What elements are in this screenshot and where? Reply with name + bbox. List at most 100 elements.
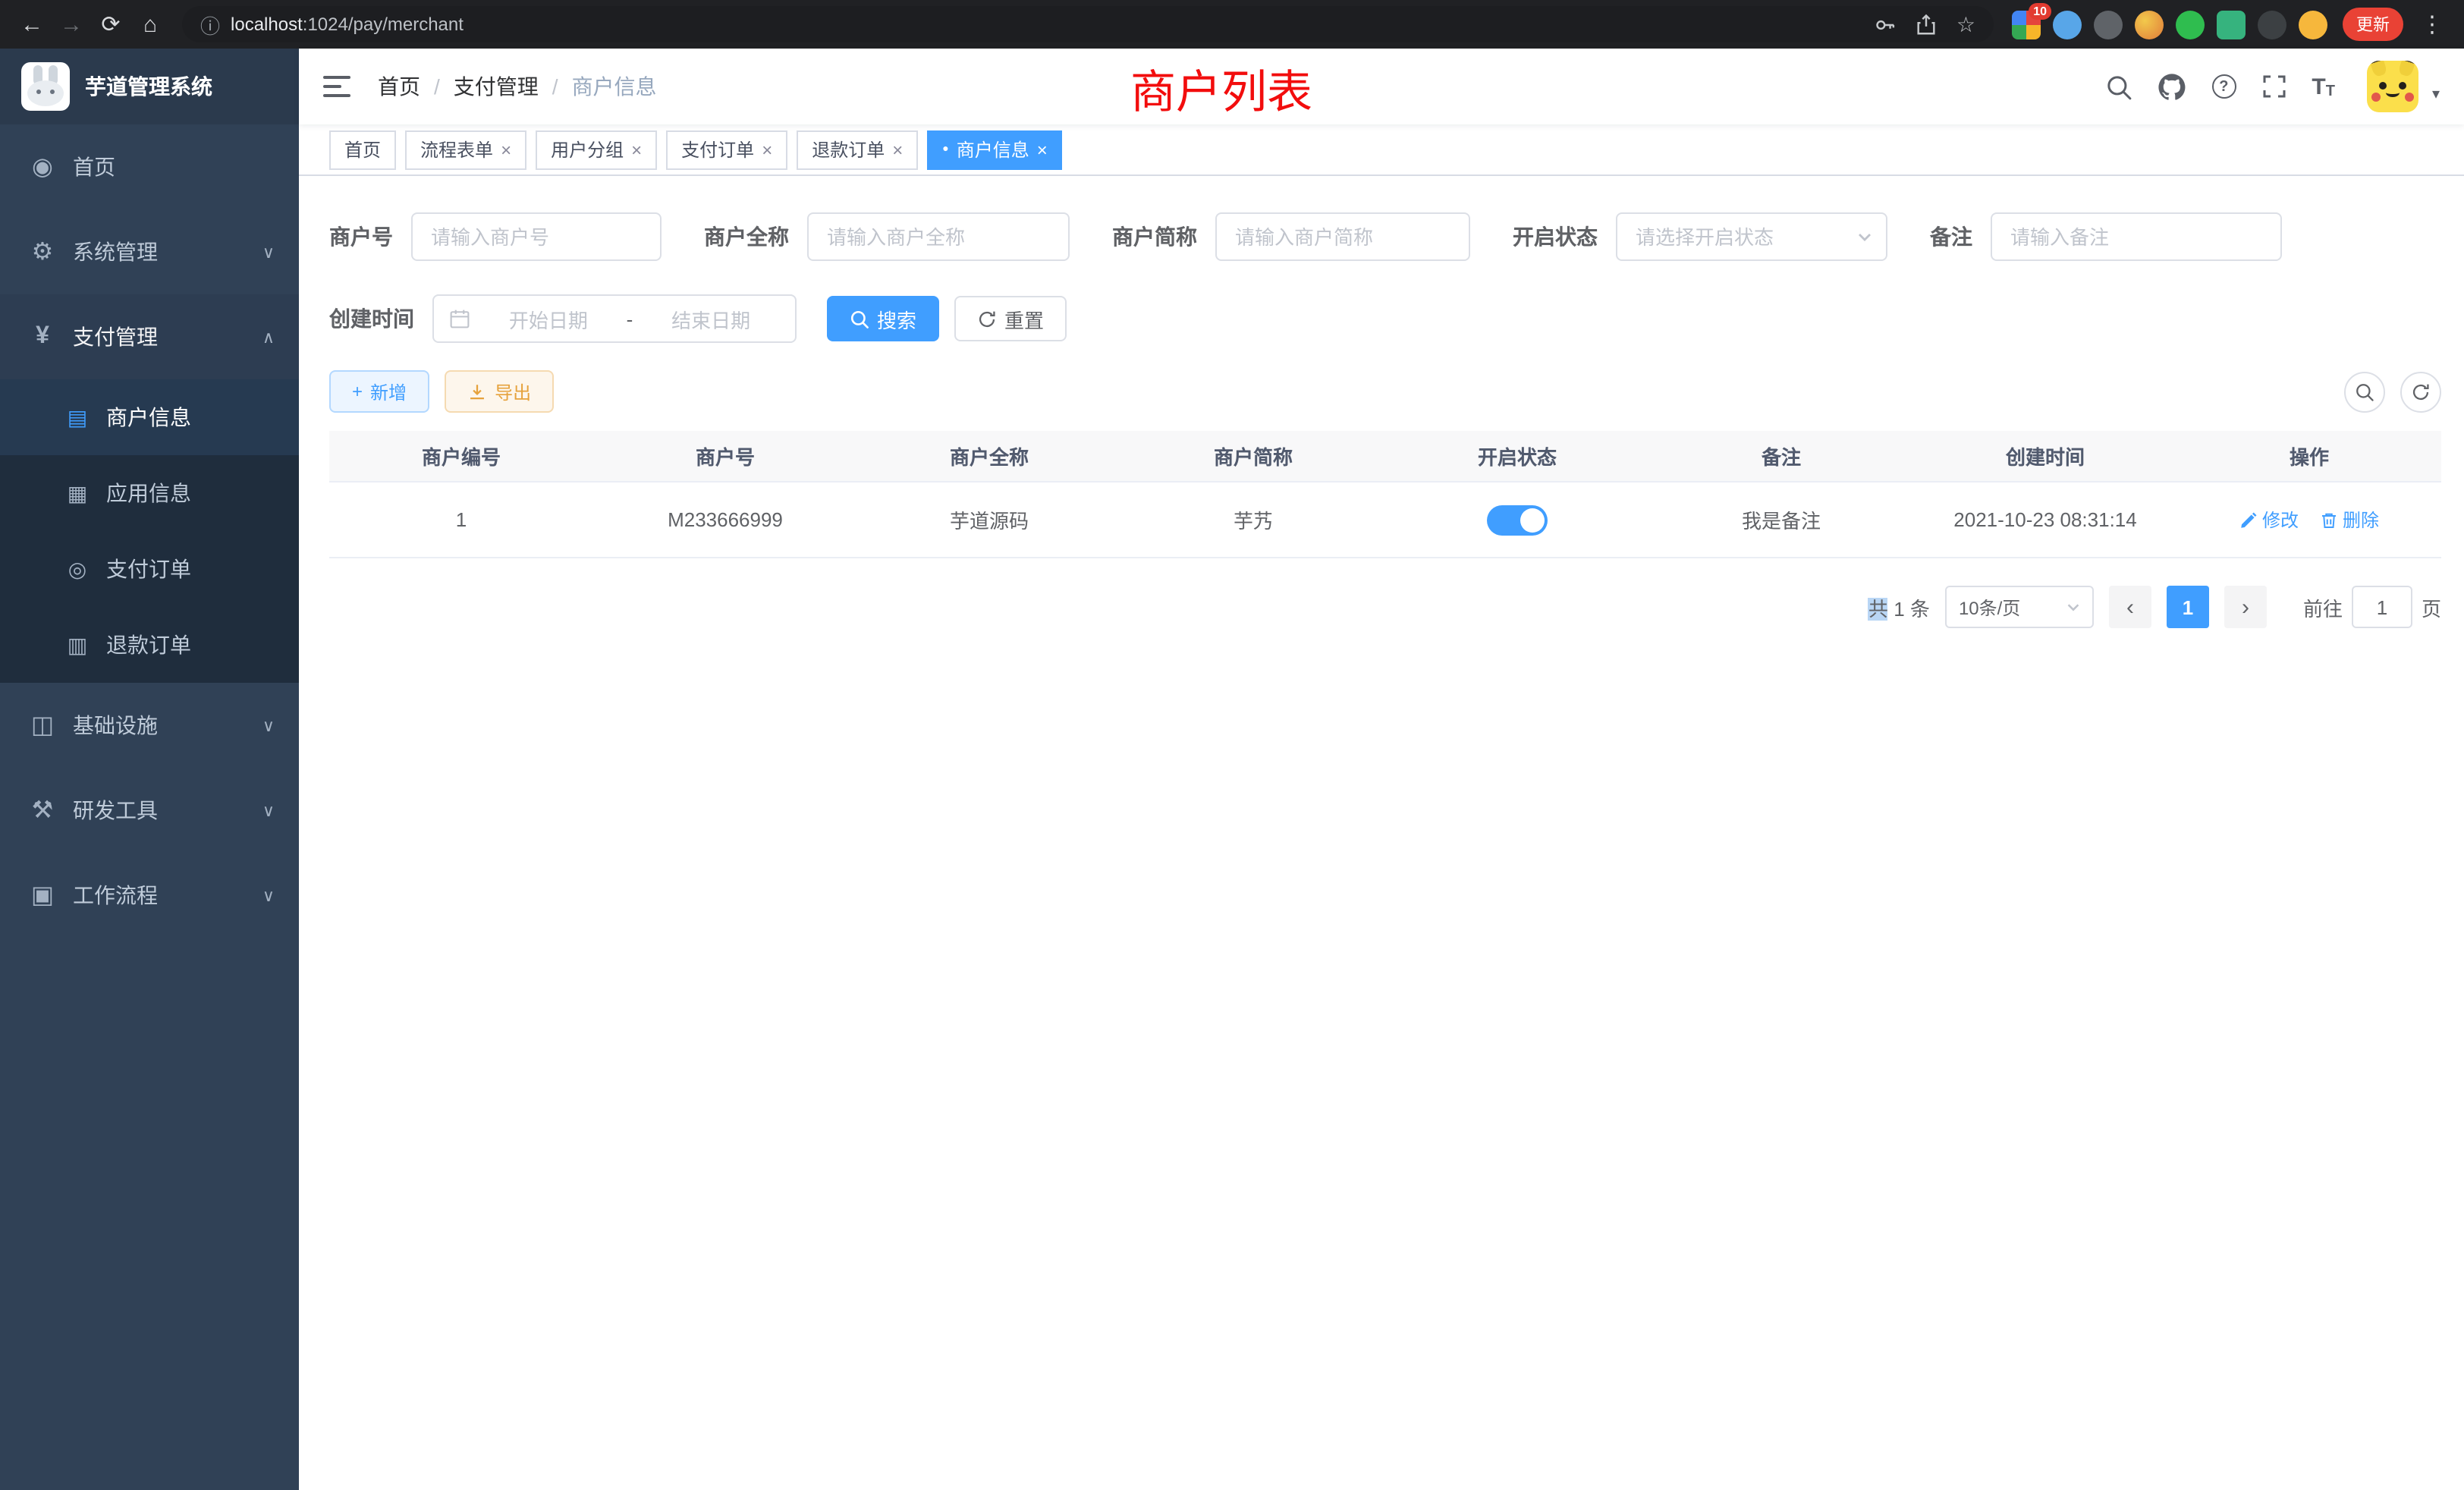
extension-pinwheel-icon[interactable]: [2258, 10, 2286, 39]
sidebar-toggle[interactable]: [323, 74, 350, 99]
col-header: 备注: [1649, 431, 1913, 481]
reload-button[interactable]: ⟳: [91, 5, 130, 44]
reset-button[interactable]: 重置: [954, 296, 1067, 341]
status-select[interactable]: [1616, 212, 1887, 261]
close-icon[interactable]: ×: [1037, 139, 1048, 160]
breadcrumb-home[interactable]: 首页: [378, 71, 420, 102]
date-range-picker[interactable]: 开始日期 - 结束日期: [432, 294, 797, 343]
page-size-select[interactable]: 10条/页: [1945, 586, 2094, 628]
tab-user-group[interactable]: 用户分组 ×: [536, 130, 657, 169]
share-icon[interactable]: [1916, 13, 1938, 36]
close-icon[interactable]: ×: [892, 139, 903, 160]
sidebar-item-pay-order[interactable]: ◎ 支付订单: [0, 531, 299, 607]
bookmark-star-icon[interactable]: ☆: [1956, 11, 1975, 37]
edit-label: 修改: [2262, 507, 2299, 533]
extension-notes-icon[interactable]: [2217, 10, 2246, 39]
sidebar-item-label: 基础设施: [73, 710, 158, 740]
full-name-input[interactable]: [807, 212, 1070, 261]
col-header: 商户编号: [329, 431, 593, 481]
github-icon[interactable]: [2157, 72, 2186, 101]
next-page-button[interactable]: ›: [2224, 586, 2267, 628]
col-header: 操作: [2177, 431, 2441, 481]
address-bar[interactable]: ⓘ localhost:1024/pay/merchant ☆: [182, 6, 1994, 42]
chevron-down-icon: [2065, 599, 2082, 615]
date-end-placeholder: 结束日期: [642, 304, 780, 333]
table-row: 1 M233666999 芋道源码 芋艿 我是备注 2021-10-23 08:…: [329, 483, 2441, 558]
goto-page-input[interactable]: [2352, 586, 2412, 628]
sidebar-item-system[interactable]: ⚙ 系统管理 ∨: [0, 209, 299, 294]
tab-merchant-info[interactable]: ● 商户信息 ×: [927, 130, 1063, 169]
edit-button[interactable]: 修改: [2239, 507, 2299, 533]
chevron-up-icon: ∧: [262, 327, 275, 347]
status-toggle[interactable]: [1487, 505, 1548, 535]
sidebar-item-home[interactable]: ◉ 首页: [0, 124, 299, 209]
sidebar-item-pay[interactable]: ¥ 支付管理 ∧: [0, 294, 299, 379]
close-icon[interactable]: ×: [762, 139, 772, 160]
table-header: 商户编号 商户号 商户全称 商户简称 开启状态 备注 创建时间 操作: [329, 431, 2441, 483]
extension-dark-icon[interactable]: [2094, 10, 2123, 39]
font-size-icon[interactable]: TT: [2312, 74, 2335, 99]
sidebar-item-label: 支付管理: [73, 322, 158, 352]
tab-process-form[interactable]: 流程表单 ×: [405, 130, 526, 169]
back-button[interactable]: ←: [12, 5, 52, 44]
browser-menu-icon[interactable]: ⋮: [2412, 5, 2452, 44]
extension-drop-icon[interactable]: [2053, 10, 2082, 39]
avatar-caret-icon[interactable]: ▾: [2432, 86, 2440, 112]
page-1-button[interactable]: 1: [2167, 586, 2209, 628]
key-icon[interactable]: [1875, 13, 1897, 36]
forward-button[interactable]: →: [52, 5, 91, 44]
prev-page-button[interactable]: ‹: [2109, 586, 2151, 628]
cell-full-name: 芋道源码: [857, 483, 1121, 557]
search-icon[interactable]: [2105, 74, 2131, 99]
fullscreen-icon[interactable]: [2261, 74, 2286, 99]
extension-avatar-icon[interactable]: [2135, 10, 2164, 39]
browser-update-button[interactable]: 更新: [2343, 8, 2403, 41]
sidebar-item-label: 首页: [73, 152, 115, 182]
breadcrumb-current: 商户信息: [572, 71, 657, 102]
monitor-icon: ◫: [24, 710, 61, 740]
remark-label: 备注: [1930, 222, 1972, 252]
chevron-down-icon: ∨: [262, 885, 275, 905]
tab-label: 首页: [344, 137, 381, 162]
goto-suffix: 页: [2422, 593, 2441, 621]
tab-home[interactable]: 首页: [329, 130, 396, 169]
reset-button-label: 重置: [1004, 304, 1044, 333]
chevron-down-icon: ∨: [262, 242, 275, 262]
refresh-button[interactable]: [2400, 371, 2441, 412]
add-button[interactable]: + 新增: [329, 370, 429, 413]
short-name-input[interactable]: [1215, 212, 1470, 261]
help-icon[interactable]: ?: [2211, 74, 2236, 99]
sidebar-item-devtools[interactable]: ⚒ 研发工具 ∨: [0, 768, 299, 853]
sidebar-item-refund-order[interactable]: ▥ 退款订单: [0, 607, 299, 683]
close-icon[interactable]: ×: [631, 139, 642, 160]
sidebar-item-label: 支付订单: [106, 554, 191, 584]
app-title: 芋道管理系统: [85, 71, 212, 102]
export-button[interactable]: 导出: [445, 370, 554, 413]
add-button-label: 新增: [370, 379, 407, 404]
sidebar-item-merchant-info[interactable]: ▤ 商户信息: [0, 379, 299, 455]
briefcase-icon: ▣: [24, 880, 61, 910]
page-content: 商户号 商户全称 商户简称 开启状态: [299, 176, 2464, 1490]
sidebar-item-app-info[interactable]: ▦ 应用信息: [0, 455, 299, 531]
sidebar-item-infra[interactable]: ◫ 基础设施 ∨: [0, 683, 299, 768]
merchant-no-input[interactable]: [411, 212, 662, 261]
tab-pay-order[interactable]: 支付订单 ×: [666, 130, 787, 169]
tab-refund-order[interactable]: 退款订单 ×: [797, 130, 918, 169]
remark-input[interactable]: [1991, 212, 2282, 261]
extension-emoji-icon[interactable]: [2299, 10, 2327, 39]
app-logo[interactable]: 芋道管理系统: [0, 49, 299, 124]
extension-grid-icon[interactable]: 10: [2012, 10, 2041, 39]
top-navbar: 首页 / 支付管理 / 商户信息 商户列表 ? TT: [299, 49, 2464, 124]
delete-button[interactable]: 删除: [2320, 507, 2379, 533]
calendar-icon: [449, 308, 470, 329]
home-button[interactable]: ⌂: [130, 5, 170, 44]
user-avatar[interactable]: [2367, 61, 2418, 112]
close-icon[interactable]: ×: [501, 139, 511, 160]
search-button[interactable]: 搜索: [827, 296, 939, 341]
sidebar-item-workflow[interactable]: ▣ 工作流程 ∨: [0, 853, 299, 938]
extension-green-icon[interactable]: [2176, 10, 2205, 39]
sidebar-item-label: 商户信息: [106, 402, 191, 432]
breadcrumb-pay[interactable]: 支付管理: [454, 71, 539, 102]
toggle-search-button[interactable]: [2344, 371, 2385, 412]
site-info-icon[interactable]: ⓘ: [200, 10, 220, 39]
